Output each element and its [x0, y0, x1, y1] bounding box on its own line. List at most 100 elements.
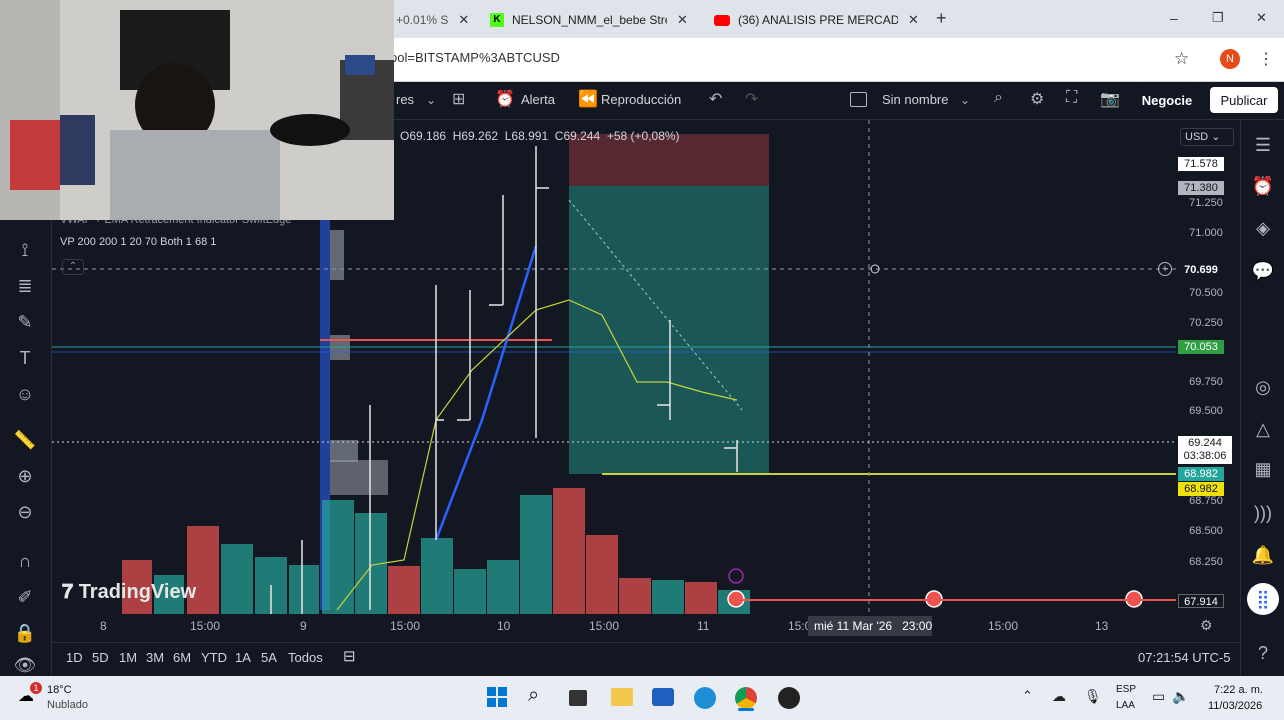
- emoji-tool-icon[interactable]: ☺: [12, 381, 38, 407]
- chevron-up-icon[interactable]: ⌃: [1022, 688, 1033, 704]
- long-position-target-zone[interactable]: [569, 186, 769, 474]
- new-tab-button[interactable]: +: [936, 8, 947, 29]
- weather-temp[interactable]: 18°C: [47, 684, 72, 696]
- quick-search-icon[interactable]: ⌕: [994, 89, 1003, 107]
- fib-tool-icon[interactable]: ≣: [12, 273, 38, 299]
- volume-profile-legend[interactable]: VP 200 200 1 20 70 Both 1 68 1: [60, 236, 216, 248]
- publish-button[interactable]: Publicar: [1210, 87, 1278, 113]
- axis-settings-gear-icon[interactable]: ⚙: [1200, 617, 1213, 634]
- minimize-button[interactable]: –: [1170, 10, 1178, 26]
- apps-grid-icon[interactable]: ⣿: [1247, 583, 1279, 615]
- time-tick: 15:00: [390, 619, 421, 633]
- stream-icon[interactable]: ))): [1250, 500, 1276, 526]
- indicators-button[interactable]: res: [396, 92, 414, 107]
- bell-icon[interactable]: 🔔: [1250, 542, 1276, 568]
- calendar-icon[interactable]: ▦: [1250, 456, 1276, 482]
- fullscreen-icon[interactable]: ⛶: [1066, 89, 1077, 107]
- alarm-icon[interactable]: ⏰: [495, 89, 515, 109]
- watchlist-icon[interactable]: ☰: [1250, 132, 1276, 158]
- chrome-icon[interactable]: [735, 687, 757, 709]
- templates-icon[interactable]: ⊞: [452, 89, 465, 109]
- browser-tab[interactable]: +0.01% S ✕: [396, 6, 476, 34]
- close-icon[interactable]: ✕: [908, 12, 919, 28]
- camera-icon[interactable]: 📷: [1100, 89, 1120, 109]
- eye-icon[interactable]: 👁: [12, 652, 38, 678]
- chat-icon[interactable]: 💬: [1250, 258, 1276, 284]
- help-icon[interactable]: ?: [1250, 640, 1276, 666]
- star-icon[interactable]: ☆: [1174, 49, 1189, 69]
- range-1d-button[interactable]: 1D: [66, 650, 83, 665]
- price-tag-second: 71.380: [1178, 181, 1224, 195]
- range-all-button[interactable]: Todos: [288, 650, 323, 665]
- profile-avatar[interactable]: N: [1220, 49, 1240, 69]
- range-5a-button[interactable]: 5A: [261, 650, 277, 665]
- browser-tab[interactable]: K NELSON_NMM_el_bebe Stream ✕: [490, 6, 700, 34]
- range-5d-button[interactable]: 5D: [92, 650, 109, 665]
- replay-icon[interactable]: ⏪: [578, 89, 598, 109]
- network-icon[interactable]: ▭: [1152, 688, 1165, 705]
- language-secondary[interactable]: LAA: [1116, 700, 1135, 711]
- alarm-clock-icon[interactable]: ⏰: [1250, 173, 1276, 199]
- search-icon[interactable]: ⌕: [528, 684, 539, 707]
- currency-select[interactable]: USD ⌄: [1180, 128, 1234, 146]
- file-explorer-icon[interactable]: [611, 688, 633, 706]
- range-ytd-button[interactable]: YTD: [201, 650, 227, 665]
- brush-tool-icon[interactable]: ✎: [12, 309, 38, 335]
- ruler-tool-icon[interactable]: 📏: [12, 427, 38, 453]
- close-icon[interactable]: ✕: [458, 12, 469, 28]
- trade-button[interactable]: Negocie: [1134, 87, 1200, 113]
- volume-icon[interactable]: 🔈: [1172, 688, 1189, 705]
- tray-cloud-icon[interactable]: ☁: [1052, 688, 1066, 705]
- stay-drawing-icon[interactable]: ✐: [12, 584, 38, 610]
- store-icon[interactable]: [652, 688, 674, 706]
- ohlc-legend: O69.186 H69.262 L68.991 C69.244 +58 (+0,…: [400, 129, 680, 143]
- layers-icon[interactable]: ◈: [1250, 215, 1276, 241]
- lock-icon[interactable]: 🔒: [12, 620, 38, 646]
- edge-icon[interactable]: [694, 687, 716, 709]
- kick-icon: K: [490, 13, 504, 27]
- alert-button[interactable]: Alerta: [521, 92, 555, 107]
- time-tick: 15:00: [589, 619, 620, 633]
- ideas-icon[interactable]: △: [1250, 416, 1276, 442]
- range-6m-button[interactable]: 6M: [173, 650, 191, 665]
- start-windows-icon[interactable]: [487, 687, 507, 707]
- text-tool-icon[interactable]: T: [12, 345, 38, 371]
- maximize-button[interactable]: ❐: [1212, 10, 1224, 26]
- chevron-down-icon[interactable]: ⌄: [426, 93, 436, 107]
- date-range-icon[interactable]: ⊟: [343, 647, 356, 665]
- range-1a-button[interactable]: 1A: [235, 650, 251, 665]
- price-tick: 70.500: [1189, 287, 1223, 299]
- language-primary[interactable]: ESP: [1116, 684, 1136, 695]
- menu-icon[interactable]: ⋮: [1258, 49, 1274, 69]
- undo-icon[interactable]: ↶: [709, 89, 722, 109]
- layout-name-button[interactable]: Sin nombre: [882, 92, 948, 107]
- url-field[interactable]: ool=BITSTAMP%3ABTCUSD: [390, 50, 560, 65]
- active-app-indicator: [738, 708, 754, 711]
- task-view-icon[interactable]: [569, 690, 587, 706]
- microphone-icon[interactable]: 🎙: [1084, 688, 1102, 705]
- close-icon[interactable]: ✕: [677, 12, 688, 28]
- pattern-tool-icon[interactable]: ⟟: [12, 237, 38, 263]
- time-tick: 10: [497, 619, 511, 633]
- replay-button[interactable]: Reproducción: [601, 92, 681, 107]
- close-window-button[interactable]: ✕: [1256, 10, 1267, 26]
- app-icon[interactable]: [778, 687, 800, 709]
- settings-gear-icon[interactable]: ⚙: [1030, 89, 1044, 109]
- zoom-in-icon[interactable]: ⊕: [12, 463, 38, 489]
- redo-icon[interactable]: ↷: [745, 89, 758, 109]
- chevron-down-icon[interactable]: ⌄: [960, 93, 970, 107]
- collapse-legend-button[interactable]: ⌃: [62, 259, 84, 275]
- range-3m-button[interactable]: 3M: [146, 650, 164, 665]
- magnet-icon[interactable]: ∩: [12, 548, 38, 574]
- target-icon[interactable]: ◎: [1250, 374, 1276, 400]
- zoom-out-icon[interactable]: ⊖: [12, 499, 38, 525]
- range-1m-button[interactable]: 1M: [119, 650, 137, 665]
- browser-tab[interactable]: (36) ANALISIS PRE MERCADO D ✕: [714, 6, 924, 34]
- layout-icon[interactable]: [850, 92, 867, 107]
- weather-desc[interactable]: Nublado: [47, 699, 88, 711]
- add-alert-plus-icon[interactable]: +: [1158, 262, 1172, 276]
- time-tick: 15:00: [988, 619, 1019, 633]
- taskbar-time[interactable]: 7:22 a. m.: [1214, 684, 1263, 696]
- utc-clock[interactable]: 07:21:54 UTC-5: [1138, 650, 1231, 665]
- taskbar-date[interactable]: 11/03/2026: [1208, 700, 1262, 712]
